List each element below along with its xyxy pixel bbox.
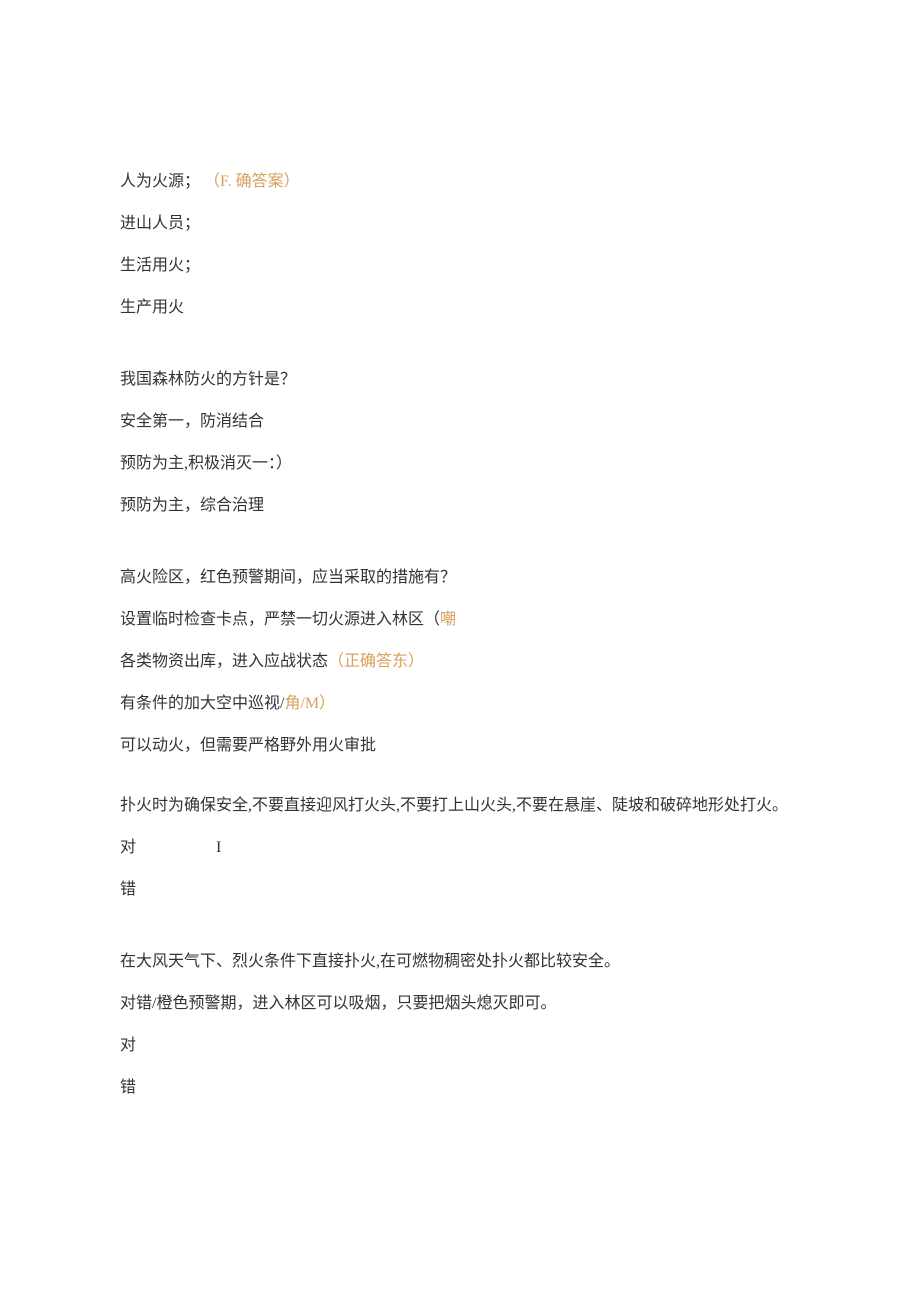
q3-prompt: 高火险区，红色预警期间，应当采取的措施有？ (120, 566, 800, 590)
q4-true-label: 对 (120, 839, 136, 856)
q4-true: 对I (120, 836, 800, 860)
q3-option-d: 可以动火，但需要严格野外用火审批 (120, 734, 800, 758)
q2-prompt: 我国森林防火的方针是？ (120, 368, 800, 392)
q3-option-b-annotation: （正确答东） (328, 653, 424, 670)
q1-option-c: 生活用火； (120, 254, 800, 278)
q1-option-a-text: 人为火源； (120, 173, 200, 190)
q5-false: 错 (120, 1076, 800, 1100)
q1-option-d: 生产用火 (120, 296, 800, 320)
q3-option-c-text: 有条件的加大空中巡视/ (120, 695, 284, 712)
q1-option-a: 人为火源； （F. 确答案） (120, 170, 800, 194)
q5-line1: 在大风天气下、烈火条件下直接扑火,在可燃物稠密处扑火都比较安全。 (120, 950, 800, 974)
q2-option-a: 安全第一，防消结合 (120, 410, 800, 434)
q5-line2: 对错/橙色预警期，进入林区可以吸烟，只要把烟头熄灭即可。 (120, 992, 800, 1016)
q4-true-marker: I (216, 839, 221, 856)
q1-option-a-annotation: （F. 确答案） (204, 173, 300, 190)
q4-prompt: 扑火时为确保安全,不要直接迎风打火头,不要打上山火头,不要在悬崖、陡坡和破碎地形… (120, 794, 800, 818)
q3-option-a-annotation: 嘲 (440, 611, 456, 628)
q2-option-b: 预防为主,积极消灭一：） (120, 452, 800, 476)
q3-option-c: 有条件的加大空中巡视/角/M） (120, 692, 800, 716)
q4-false: 错 (120, 878, 800, 902)
q3-option-b-text: 各类物资出库，进入应战状态 (120, 653, 328, 670)
q3-option-a: 设置临时检查卡点，严禁一切火源进入林区（嘲 (120, 608, 800, 632)
q5-true: 对 (120, 1034, 800, 1058)
q3-option-b: 各类物资出库，进入应战状态（正确答东） (120, 650, 800, 674)
q3-option-a-text: 设置临时检查卡点，严禁一切火源进入林区（ (120, 611, 440, 628)
document-page: 人为火源； （F. 确答案） 进山人员； 生活用火； 生产用火 我国森林防火的方… (0, 0, 920, 1238)
q1-option-b: 进山人员； (120, 212, 800, 236)
q2-option-c: 预防为主，综合治理 (120, 494, 800, 518)
q3-option-c-annotation: 角/M） (284, 695, 335, 712)
